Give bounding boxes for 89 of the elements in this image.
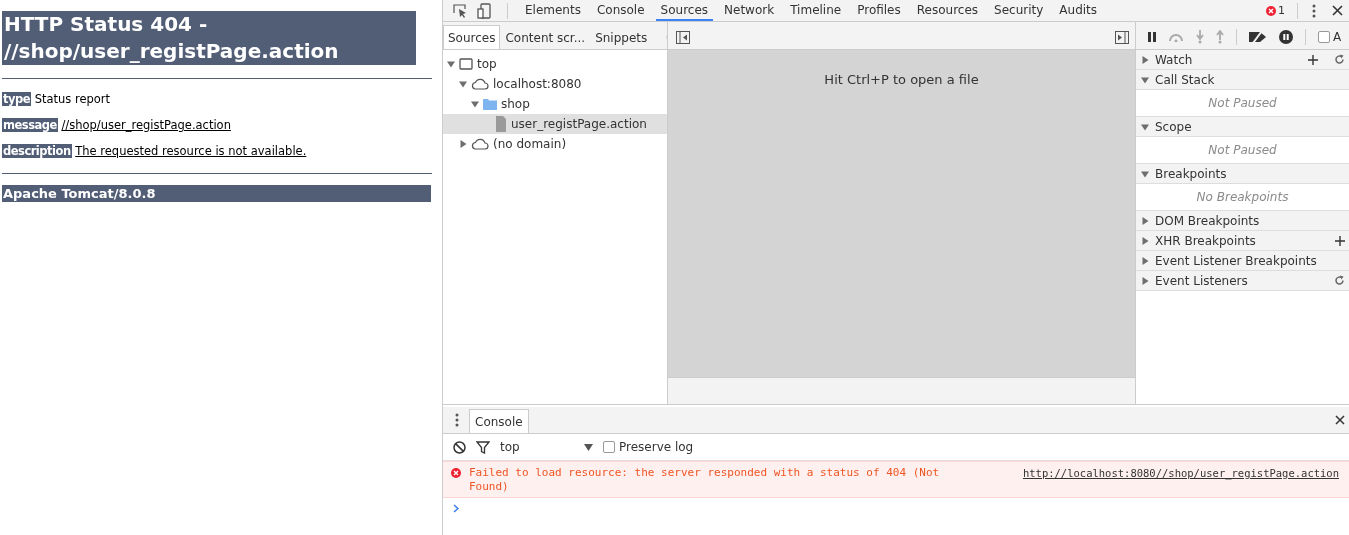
navigator-tab[interactable]: Snippets bbox=[590, 25, 653, 49]
pane-title: Scope bbox=[1155, 119, 1192, 134]
deactivate-breakpoints-icon[interactable] bbox=[1249, 31, 1267, 43]
file-icon bbox=[495, 116, 507, 132]
device-icon[interactable] bbox=[477, 2, 491, 19]
dropdown-arrow-icon[interactable] bbox=[584, 443, 593, 451]
pane-header[interactable]: Event Listener Breakpoints bbox=[1136, 251, 1349, 271]
field-value: The requested resource is not available. bbox=[75, 144, 307, 158]
pane-title: Event Listener Breakpoints bbox=[1155, 253, 1317, 268]
error-title: HTTP Status 404 - //shop/user_registPage.action bbox=[2, 11, 416, 65]
devtools-tab[interactable]: Console bbox=[591, 0, 650, 21]
pane-header[interactable]: XHR Breakpoints bbox=[1136, 231, 1349, 251]
devtools-tab[interactable]: Timeline bbox=[785, 0, 847, 21]
devtools-tab[interactable]: Network bbox=[719, 0, 780, 21]
sidebar-toggle-icon[interactable] bbox=[1115, 30, 1129, 44]
devtools-tab[interactable]: Security bbox=[989, 0, 1049, 21]
pane-header[interactable]: DOM Breakpoints bbox=[1136, 211, 1349, 231]
pane-empty-text: Not Paused bbox=[1208, 96, 1277, 110]
error-icon bbox=[1266, 5, 1276, 16]
expanded-arrow-icon[interactable] bbox=[1141, 169, 1149, 178]
pause-on-exceptions-icon[interactable] bbox=[1279, 30, 1293, 44]
field-value: Status report bbox=[34, 92, 111, 106]
console-tab[interactable]: Console bbox=[469, 409, 529, 433]
sidebar-toggle-icon[interactable] bbox=[676, 30, 690, 44]
pane-header[interactable]: Event Listeners bbox=[1136, 271, 1349, 291]
pane-title: XHR Breakpoints bbox=[1155, 233, 1256, 248]
close-icon[interactable] bbox=[1332, 5, 1343, 16]
open-file-hint: Hit Ctrl+P to open a file bbox=[824, 72, 979, 88]
field-value: //shop/user_registPage.action bbox=[61, 118, 231, 132]
refresh-icon[interactable] bbox=[1334, 54, 1345, 65]
plus-icon[interactable] bbox=[1335, 235, 1345, 246]
plus-icon[interactable] bbox=[1308, 54, 1318, 65]
expanded-arrow-icon[interactable] bbox=[447, 60, 455, 68]
collapsed-arrow-icon[interactable] bbox=[1141, 55, 1149, 64]
cloud-icon bbox=[471, 78, 489, 90]
pane-empty-text: No Breakpoints bbox=[1196, 190, 1289, 204]
devtools-tab[interactable]: Resources bbox=[911, 0, 984, 21]
filter-icon[interactable] bbox=[476, 440, 490, 454]
expanded-arrow-icon[interactable] bbox=[1141, 122, 1149, 131]
prompt-icon[interactable] bbox=[453, 504, 459, 513]
pane-title: Event Listeners bbox=[1155, 273, 1248, 288]
close-icon[interactable] bbox=[1335, 415, 1345, 425]
tree-item[interactable]: (no domain) bbox=[443, 134, 667, 154]
collapsed-arrow-icon[interactable] bbox=[1141, 216, 1149, 225]
async-checkbox[interactable] bbox=[1318, 31, 1330, 43]
collapsed-arrow-icon[interactable] bbox=[1141, 256, 1149, 265]
preserve-log-checkbox[interactable] bbox=[603, 441, 615, 453]
expanded-arrow-icon[interactable] bbox=[1141, 75, 1149, 84]
source-link[interactable]: http://localhost:8080//shop/user_registPage.action bbox=[1022, 466, 1339, 480]
tree-item[interactable]: top bbox=[443, 54, 667, 74]
server-footer: Apache Tomcat/8.0.8 bbox=[2, 185, 431, 202]
expanded-arrow-icon[interactable] bbox=[459, 80, 467, 88]
pane-header[interactable]: Breakpoints bbox=[1136, 164, 1349, 184]
field-label: type bbox=[2, 92, 32, 106]
pane-title: Breakpoints bbox=[1155, 166, 1227, 181]
error-count[interactable]: 1 bbox=[1278, 4, 1285, 17]
folder-icon bbox=[483, 98, 497, 110]
cloud-icon bbox=[471, 138, 489, 150]
context-select[interactable]: top bbox=[500, 440, 574, 454]
inspect-icon[interactable] bbox=[453, 3, 467, 18]
refresh-icon[interactable] bbox=[1334, 275, 1345, 286]
error-icon bbox=[451, 468, 461, 478]
pane-header[interactable]: Watch bbox=[1136, 50, 1349, 70]
tree-item[interactable]: localhost:8080 bbox=[443, 74, 667, 94]
checkbox-label: Preserve log bbox=[619, 440, 694, 454]
devtools-tab[interactable]: Audits bbox=[1054, 0, 1103, 21]
pane-empty-text: Not Paused bbox=[1208, 143, 1277, 157]
field-label: message bbox=[2, 118, 58, 132]
expanded-arrow-icon[interactable] bbox=[471, 100, 479, 108]
tree-item[interactable]: shop bbox=[443, 94, 667, 114]
checkbox-label: A bbox=[1333, 30, 1342, 44]
navigator-tab[interactable]: Sources bbox=[443, 25, 501, 49]
pane-header[interactable]: Scope bbox=[1136, 117, 1349, 137]
devtools-tab[interactable]: Profiles bbox=[852, 0, 906, 21]
navigator-tab[interactable]: Content scr... bbox=[500, 25, 591, 49]
pane-title: Watch bbox=[1155, 52, 1193, 67]
collapsed-arrow-icon[interactable] bbox=[1141, 276, 1149, 285]
tree-item[interactable]: user_registPage.action bbox=[443, 114, 667, 134]
clear-console-icon[interactable] bbox=[453, 440, 466, 454]
frame-icon bbox=[459, 58, 473, 70]
pane-title: DOM Breakpoints bbox=[1155, 213, 1260, 228]
field-label: description bbox=[2, 144, 72, 158]
collapsed-arrow-icon[interactable] bbox=[1141, 236, 1149, 245]
message-text: Failed to load resource: the server responded with a status of 404 (Not Found) bbox=[469, 466, 941, 494]
devtools-tab[interactable]: Elements bbox=[520, 0, 586, 21]
pane-header[interactable]: Call Stack bbox=[1136, 70, 1349, 90]
pause-icon[interactable] bbox=[1148, 32, 1156, 42]
collapsed-arrow-icon[interactable] bbox=[459, 140, 467, 148]
pane-title: Call Stack bbox=[1155, 72, 1215, 87]
